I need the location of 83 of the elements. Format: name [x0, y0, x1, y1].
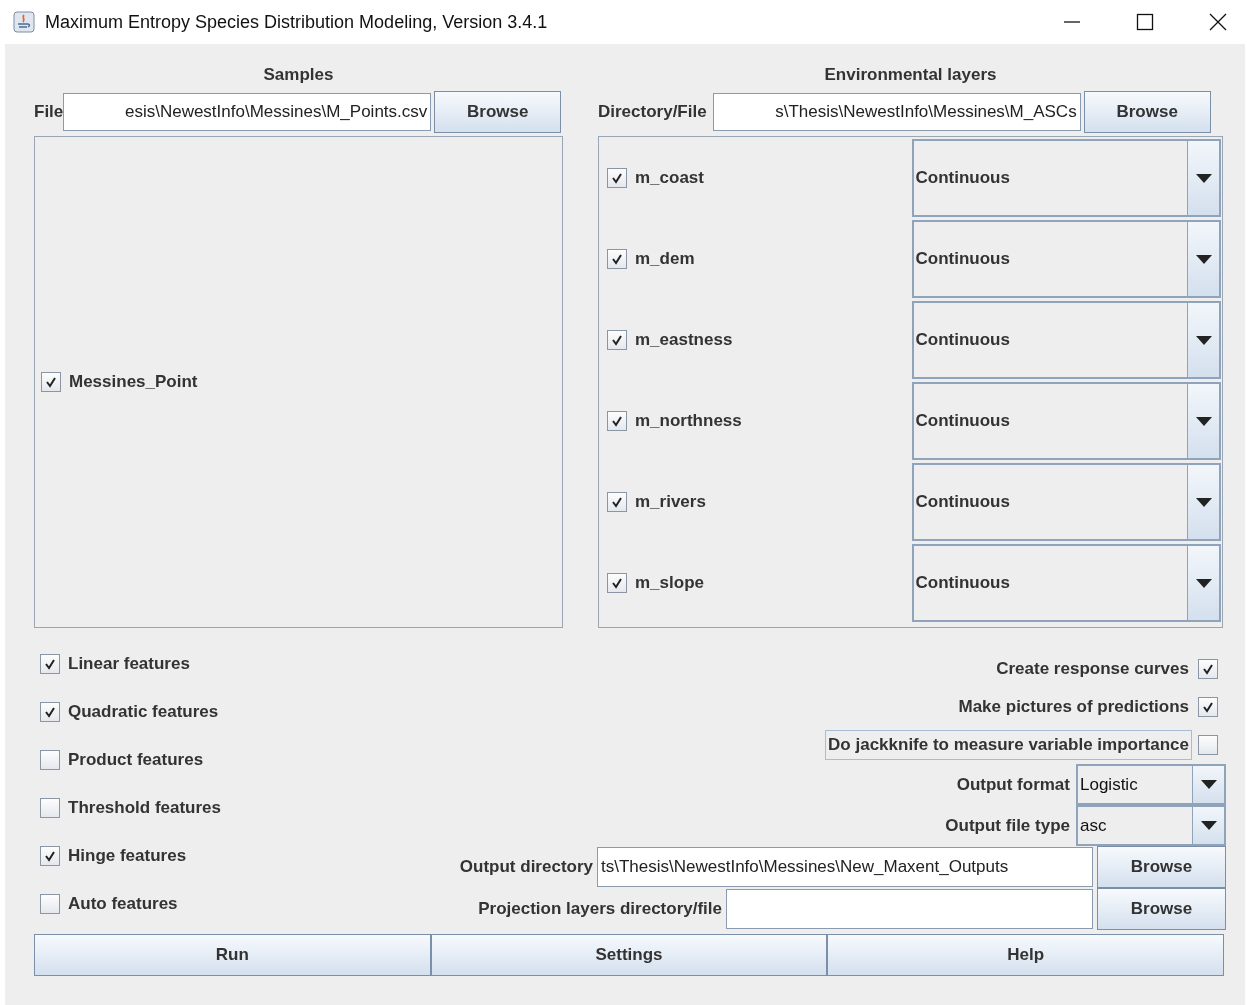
section-heading: Environmental layers	[823, 64, 998, 86]
directory-field[interactable]: s\Thesis\NewestInfo\Messines\M_ASCs	[712, 93, 1081, 131]
checkbox[interactable]	[40, 798, 60, 818]
window-title: Maximum Entropy Species Distribution Modeling, Version 3.4.1	[45, 11, 548, 33]
checkbox-label: Make pictures of predictions	[957, 696, 1190, 718]
browse-button[interactable]: Browse	[1083, 91, 1211, 133]
check-icon	[610, 414, 624, 428]
field-label: File	[34, 102, 64, 122]
checkbox-label: Do jackknife to measure variable importance	[825, 730, 1192, 760]
caret-icon	[1200, 780, 1217, 789]
check-icon	[610, 333, 624, 347]
type-dropdown[interactable]: Continuous	[911, 382, 1221, 460]
check-icon	[43, 849, 57, 863]
type-dropdown[interactable]: Continuous	[911, 301, 1221, 379]
checkbox-label: Auto features	[68, 894, 178, 914]
check-icon	[1201, 700, 1215, 714]
check-icon	[44, 375, 58, 389]
checkbox-label: Hinge features	[68, 846, 187, 866]
action-button[interactable]: Help	[827, 934, 1224, 976]
check-icon	[610, 171, 624, 185]
checkbox-label: Product features	[68, 750, 204, 770]
section-heading: Samples	[262, 64, 335, 86]
check-icon	[1201, 662, 1215, 676]
checkbox[interactable]	[40, 846, 60, 866]
checkbox[interactable]	[40, 702, 60, 722]
check-icon	[610, 576, 624, 590]
checkbox-label: Messines_Point	[69, 372, 198, 392]
checkbox[interactable]	[40, 750, 60, 770]
checkbox-label: Threshold features	[68, 798, 222, 818]
browse-button[interactable]: Browse	[434, 91, 562, 133]
field-label: Output directory	[459, 857, 593, 877]
checkbox-label: Create response curves	[995, 658, 1190, 680]
action-button[interactable]: Run	[34, 934, 431, 976]
caret-icon	[1195, 335, 1212, 345]
checkbox[interactable]	[40, 654, 60, 674]
browse-button[interactable]: Browse	[1097, 888, 1226, 930]
output-directory-field[interactable]: ts\Thesis\NewestInfo\Messines\New_Maxent_Outputs	[597, 847, 1093, 887]
field-label: Output file type	[945, 815, 1070, 836]
field-label: Projection layers directory/file	[478, 899, 722, 919]
caret-icon	[1195, 416, 1212, 426]
checkbox[interactable]	[1198, 697, 1218, 717]
checkbox-label: Quadratic features	[68, 702, 219, 722]
checkbox[interactable]	[40, 894, 60, 914]
check-icon	[610, 252, 624, 266]
checkbox-label: m_dem	[635, 249, 695, 269]
checkbox-label: m_eastness	[635, 330, 733, 350]
projection-field[interactable]	[726, 889, 1093, 929]
caret-icon	[1195, 173, 1212, 183]
caret-icon	[1195, 497, 1212, 507]
type-dropdown[interactable]: Continuous	[911, 139, 1221, 217]
checkbox[interactable]	[1198, 659, 1218, 679]
checkbox-label: m_slope	[635, 573, 704, 593]
caret-icon	[1195, 254, 1212, 264]
app-icon	[13, 11, 35, 33]
checkbox[interactable]	[41, 372, 61, 392]
checkbox-label: m_coast	[635, 168, 704, 188]
checkbox[interactable]	[607, 249, 627, 269]
file-field[interactable]: esis\NewestInfo\Messines\M_Points.csv	[63, 93, 432, 131]
checkbox[interactable]	[607, 573, 627, 593]
checkbox[interactable]	[607, 168, 627, 188]
checkbox-label: m_rivers	[635, 492, 706, 512]
checkbox-label: m_northness	[635, 411, 742, 431]
type-dropdown[interactable]: Continuous	[911, 544, 1221, 622]
maximize-icon[interactable]	[1136, 13, 1154, 31]
check-icon	[43, 657, 57, 671]
browse-button[interactable]: Browse	[1097, 846, 1226, 888]
checkbox[interactable]	[607, 330, 627, 350]
type-dropdown[interactable]: Continuous	[911, 463, 1221, 541]
checkbox[interactable]	[607, 411, 627, 431]
field-label: Directory/File	[598, 102, 707, 122]
check-icon	[43, 705, 57, 719]
format-dropdown[interactable]: Logistic	[1076, 764, 1226, 805]
file-type-dropdown[interactable]: asc	[1076, 805, 1226, 846]
close-icon[interactable]	[1209, 13, 1227, 31]
checkbox-label: Linear features	[68, 654, 190, 674]
caret-icon	[1200, 821, 1217, 830]
checkbox[interactable]	[1198, 735, 1218, 755]
caret-icon	[1195, 578, 1212, 588]
type-dropdown[interactable]: Continuous	[911, 220, 1221, 298]
field-label: Output format	[956, 774, 1070, 795]
checkbox[interactable]	[607, 492, 627, 512]
check-icon	[610, 495, 624, 509]
action-button[interactable]: Settings	[430, 934, 828, 976]
